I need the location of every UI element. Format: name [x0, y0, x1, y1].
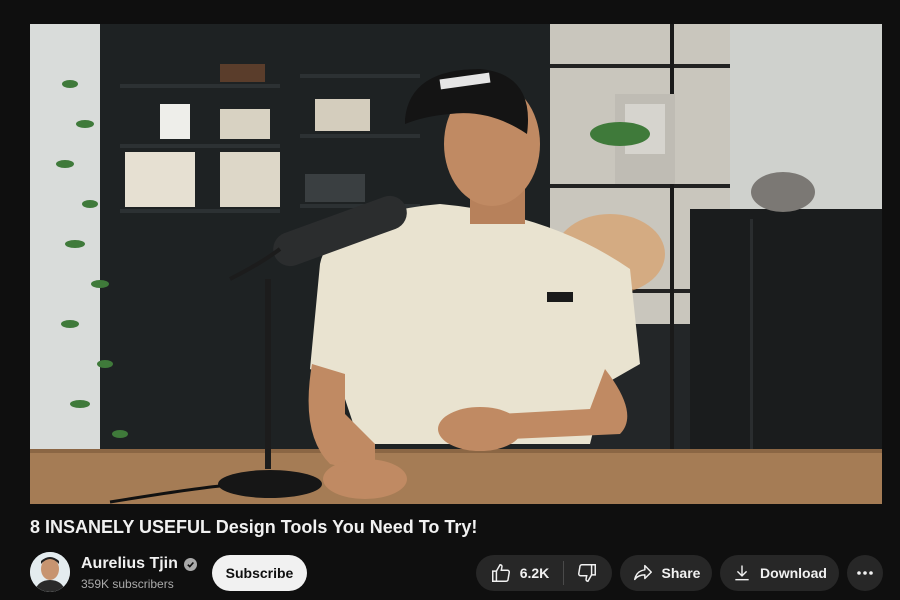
subscribe-button[interactable]: Subscribe — [212, 555, 307, 591]
more-actions-button[interactable] — [847, 555, 883, 591]
download-button[interactable]: Download — [720, 555, 839, 591]
more-dots-icon — [856, 570, 874, 576]
video-player[interactable] — [30, 24, 882, 504]
thumbs-down-icon — [576, 562, 598, 584]
channel-name-text[interactable]: Aurelius Tjin — [81, 555, 178, 573]
channel-avatar[interactable] — [30, 552, 70, 592]
video-frame — [30, 24, 882, 504]
download-icon — [732, 563, 752, 583]
verified-check-icon — [183, 557, 197, 571]
channel-name[interactable]: Aurelius Tjin — [81, 555, 197, 573]
download-label: Download — [760, 565, 827, 581]
thumbs-up-icon — [490, 562, 512, 584]
subscriber-count: 359K subscribers — [81, 577, 174, 591]
share-button[interactable]: Share — [620, 555, 712, 591]
like-count: 6.2K — [519, 565, 550, 581]
like-button[interactable]: 6.2K — [478, 555, 564, 591]
share-arrow-icon — [632, 562, 654, 584]
share-label: Share — [661, 565, 701, 581]
video-title: 8 INSANELY USEFUL Design Tools You Need … — [30, 517, 478, 537]
like-dislike-group: 6.2K — [476, 555, 612, 591]
dislike-button[interactable] — [564, 555, 610, 591]
